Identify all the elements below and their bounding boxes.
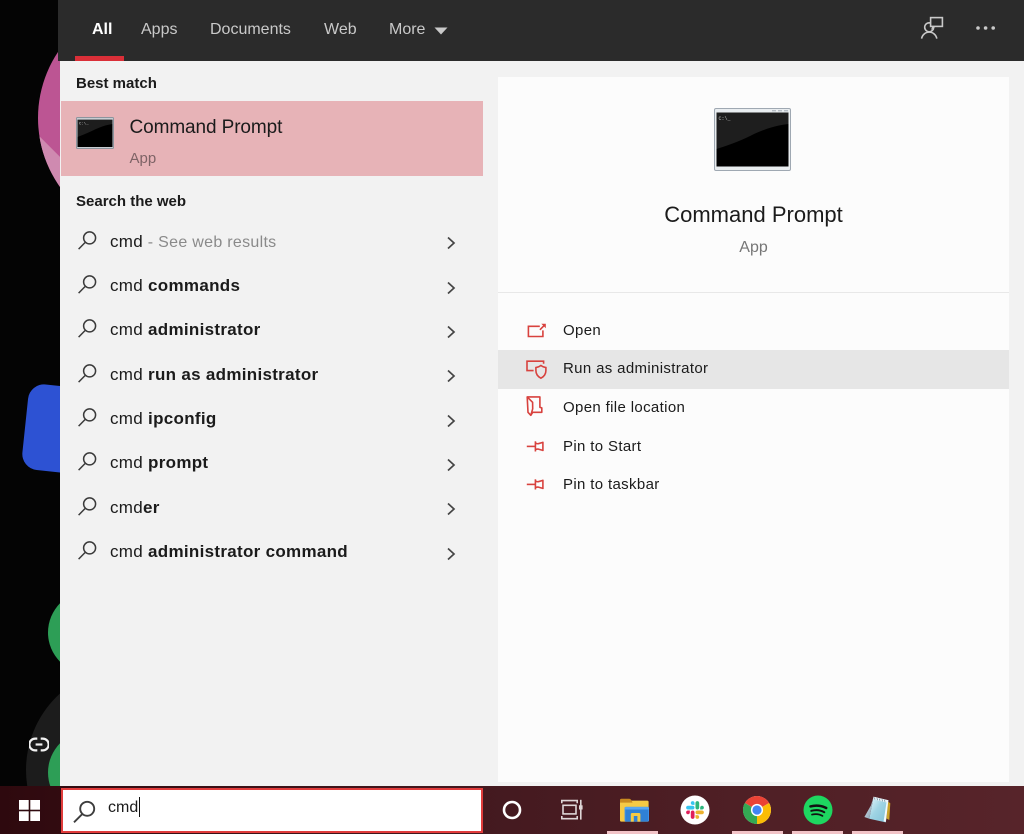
svg-text:C:\_: C:\_ xyxy=(719,116,732,122)
svg-text:C:\_: C:\_ xyxy=(79,122,89,127)
